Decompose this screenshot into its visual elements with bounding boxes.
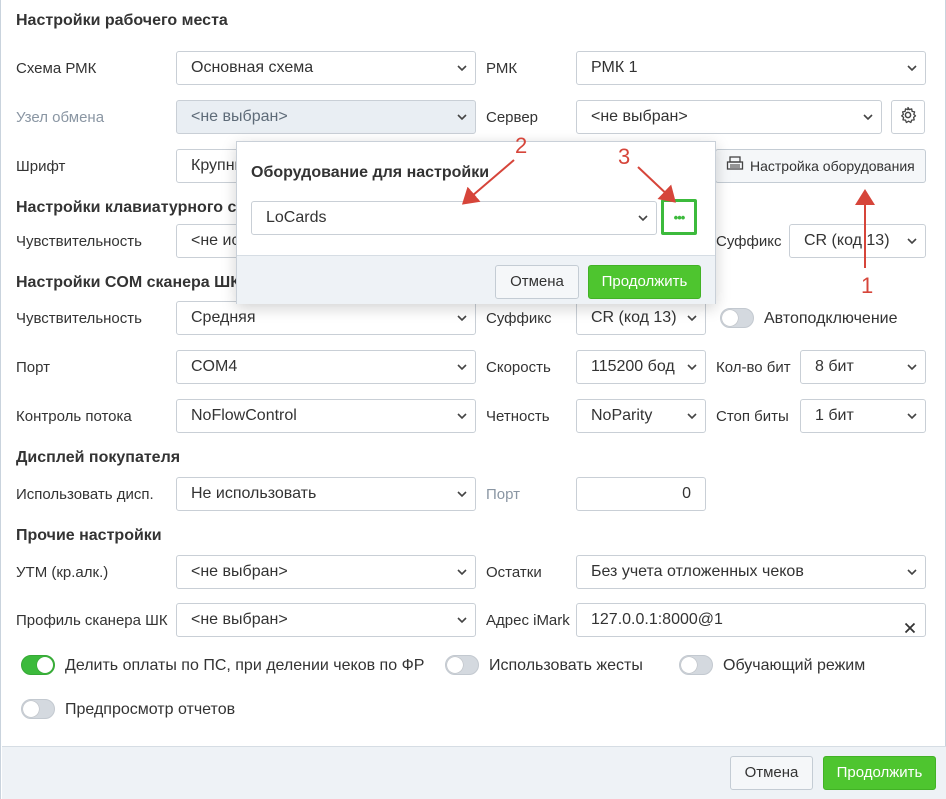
annotation-number-3: 3: [618, 144, 631, 169]
settings-window: Настройки рабочего места Схема РМК Основ…: [0, 0, 946, 799]
annotation-number-2: 2: [515, 133, 528, 158]
annotation-arrows: [461, 159, 875, 268]
annotation-arrow-2: [461, 159, 515, 205]
annotation-arrow-3: [637, 166, 676, 203]
annotation-number-1: 1: [861, 273, 874, 298]
